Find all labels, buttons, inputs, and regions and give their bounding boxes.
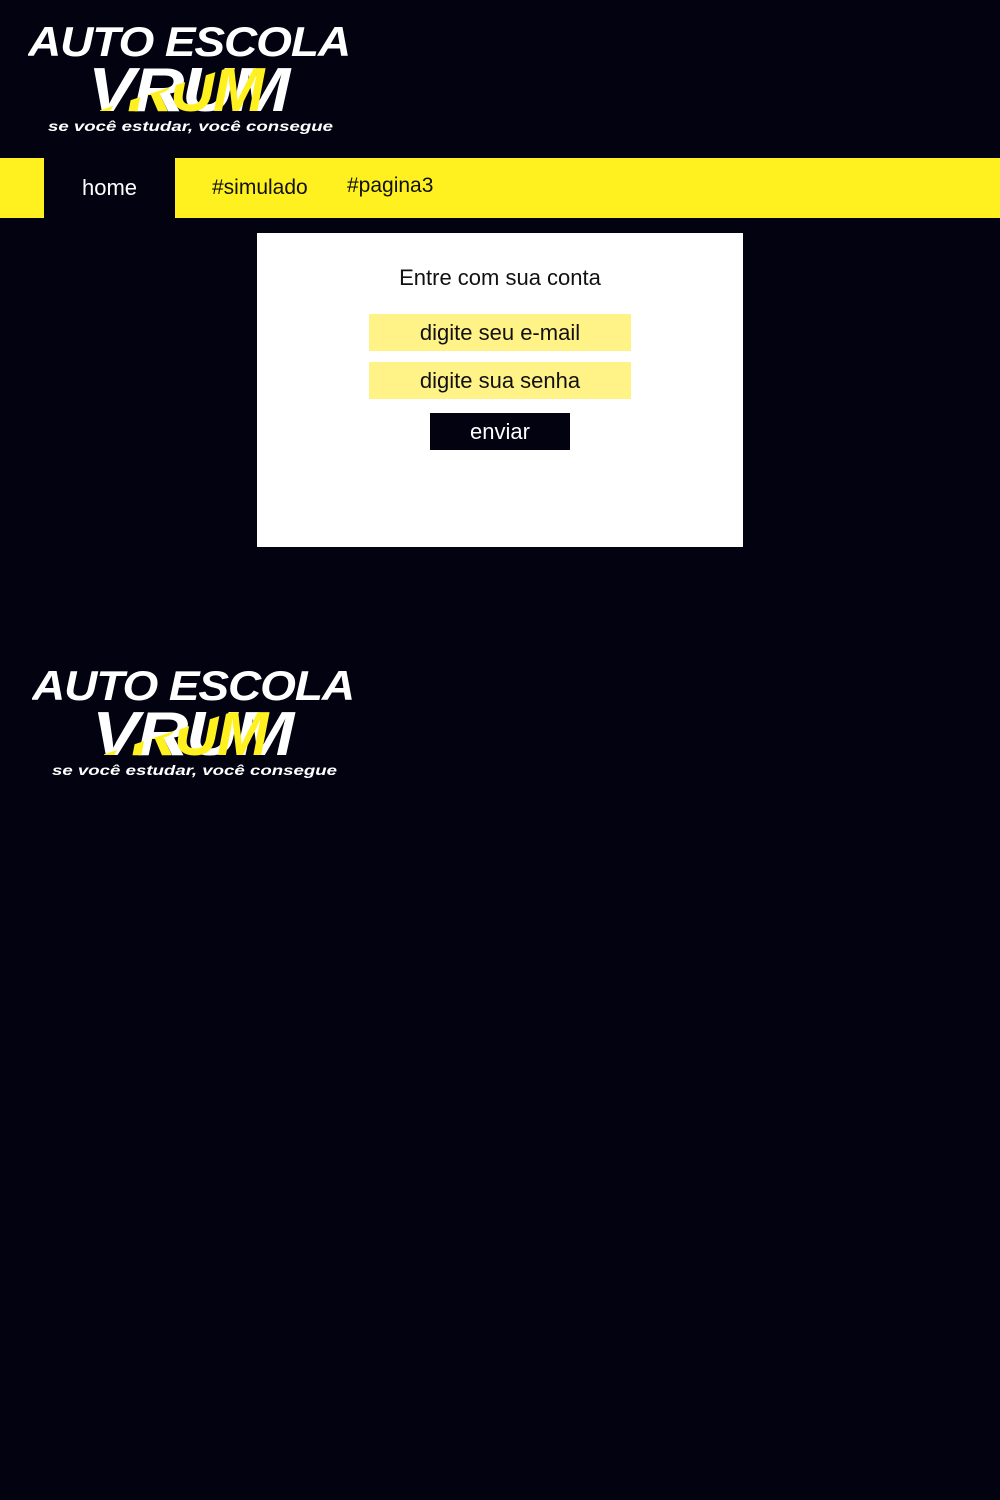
login-title: Entre com sua conta bbox=[399, 265, 601, 290]
nav-simulado[interactable]: #simulado bbox=[212, 158, 308, 218]
submit-button[interactable]: enviar bbox=[430, 413, 570, 450]
login-card: Entre com sua conta digite seu e-mail di… bbox=[257, 233, 743, 547]
nav-pagina3[interactable]: #pagina3 bbox=[347, 156, 433, 216]
footer-logo-tagline: se você estudar, você consegue bbox=[52, 762, 337, 778]
footer-logo: VRUM AUTO ESCOLA VRUM se você estudar, v… bbox=[32, 662, 372, 782]
brand-logo: VRUM AUTO ESCOLA VRUM se você estudar, v… bbox=[28, 18, 368, 138]
password-field[interactable]: digite sua senha bbox=[369, 362, 631, 399]
nav-home[interactable]: home bbox=[44, 158, 175, 218]
email-field[interactable]: digite seu e-mail bbox=[369, 314, 631, 351]
main-nav: home #simulado #pagina3 bbox=[0, 158, 1000, 218]
logo-tagline: se você estudar, você consegue bbox=[48, 118, 333, 134]
